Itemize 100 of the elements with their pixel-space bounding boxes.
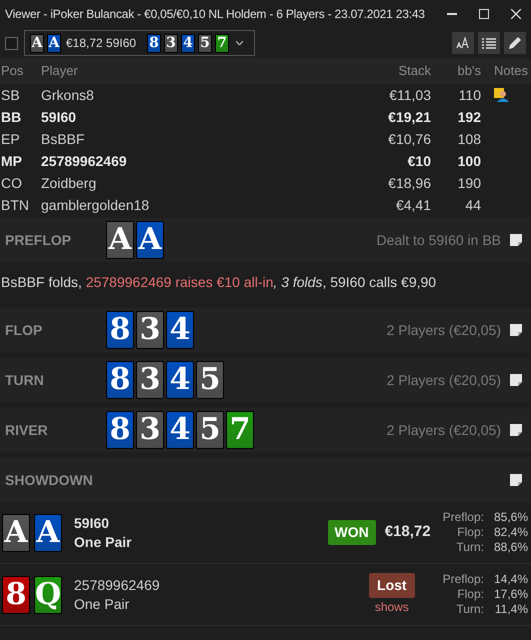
playing-card: 3 [136,361,164,399]
note-user-icon[interactable] [494,88,510,102]
caret-icon [236,41,243,45]
playing-card: 4 [166,411,194,449]
pencil-icon [508,36,522,50]
note-icon[interactable] [510,474,522,486]
playing-card: 8 [106,411,134,449]
hand-dropdown[interactable]: A A €18,72 59I60 8 3 4 5 7 [24,30,255,56]
table-cell-text: 100 [456,152,481,170]
table-cell-text: Grkons8 [41,86,95,104]
street-label: RIVER [5,420,49,440]
font-size-icon [456,37,470,49]
hand-summary: €18,72 59I60 [66,35,138,52]
player-name: 25789962469 [74,576,160,594]
list-icon [482,38,496,48]
table-cell-text: €4,41 [394,196,431,214]
shows-label: shows [374,599,409,616]
table-cell-text: €19,21 [387,108,431,126]
equity-value: 82,4% [494,525,528,540]
window-title: Viewer - iPoker Bulancak - €0,05/€0,10 NL Holdem - 6 Players - 23.07.2021 23:43 [5,6,426,23]
table-cell-text: €18,96 [387,174,431,192]
playing-card: A [106,221,134,259]
maximize-icon[interactable] [479,9,489,19]
hand-rank: One Pair [74,594,130,614]
won-badge: WON [328,520,376,545]
edit-button[interactable] [504,32,526,54]
table-cell-text: €10,76 [387,130,431,148]
equity-label: Preflop: [442,572,484,587]
table-cell-text: EP [0,130,21,148]
playing-card: 5 [198,34,212,52]
playing-card: A [136,221,164,259]
table-cell-text: MP [0,152,23,170]
note-icon[interactable] [510,324,522,336]
playing-card: 3 [164,34,178,52]
table-cell-text: 44 [464,196,481,214]
table-cell-text: BsBBF [41,130,86,148]
table-cell-text: 190 [456,174,481,192]
street-label: PREFLOP [5,230,72,250]
action-line: BsBBF folds, 25789962469 raises €10 all-in, 3 folds, 59I60 calls €9,90 [0,273,438,292]
playing-card: 8 [106,361,134,399]
playing-card: 7 [226,411,254,449]
equity-value: 14,4% [494,572,528,587]
note-icon[interactable] [510,234,522,246]
street-info: 2 Players (€20,05) [386,420,501,440]
playing-card: A [2,514,30,552]
playing-card: 8 [106,311,134,349]
equity-label: Flop: [456,525,484,540]
street-label: SHOWDOWN [5,470,94,490]
street-label: TURN [5,370,45,390]
checkbox[interactable] [5,36,18,50]
column-header[interactable]: Notes [481,61,527,81]
column-header[interactable]: Pos [0,61,41,81]
playing-card: A [34,514,62,552]
font-size-button[interactable] [452,32,474,54]
table-cell-text: 110 [458,86,481,104]
table-cell-text: 59I60 [41,108,78,126]
close-icon[interactable] [511,9,521,19]
playing-card: Q [34,576,62,614]
playing-card: 5 [196,411,224,449]
table-cell-text: BTN [0,196,30,214]
note-icon[interactable] [510,374,522,386]
column-header[interactable]: Stack [351,61,431,81]
equity-label: Turn: [455,602,484,617]
table-cell-text: SB [0,86,21,104]
column-header[interactable]: Player [41,61,351,81]
lost-badge: Lost [369,573,415,598]
equity-value: 85,6% [494,510,528,525]
street-info: 2 Players (€20,05) [386,320,501,340]
table-cell-text: gamblergolden18 [41,196,150,215]
table-cell-text: 25789962469 [41,152,128,170]
playing-card: A [47,34,61,52]
table-cell-text: €10 [406,152,431,170]
playing-card: 8 [147,34,161,52]
playing-card: 4 [166,361,194,399]
table-cell-text: CO [0,174,23,192]
street-info: 2 Players (€20,05) [386,370,501,390]
equity-value: 11,4% [494,602,528,617]
equity-value: 17,6% [494,587,528,602]
playing-card: 5 [196,361,224,399]
table-cell-text: BB [0,108,22,126]
win-amount: €18,72 [384,522,431,542]
playing-card: 4 [166,311,194,349]
street-label: FLOP [5,320,44,340]
equity-label: Flop: [456,587,484,602]
equity-value: 88,6% [494,540,528,555]
playing-card: 3 [136,311,164,349]
street-info: Dealt to 59I60 in BB [376,230,501,250]
playing-card: 4 [181,34,195,52]
hand-rank: One Pair [74,532,132,552]
playing-card: A [30,34,44,52]
table-cell-text: Zoidberg [41,174,98,193]
note-icon[interactable] [510,424,522,436]
column-header[interactable]: bb's [431,61,481,81]
playing-card: 8 [2,576,30,614]
player-name: 59I60 [74,514,110,532]
table-cell-text: €11,03 [388,86,431,104]
table-cell-text: 192 [456,108,481,126]
equity-label: Preflop: [442,510,484,525]
list-button[interactable] [478,32,500,54]
table-cell-text: 108 [456,130,481,148]
